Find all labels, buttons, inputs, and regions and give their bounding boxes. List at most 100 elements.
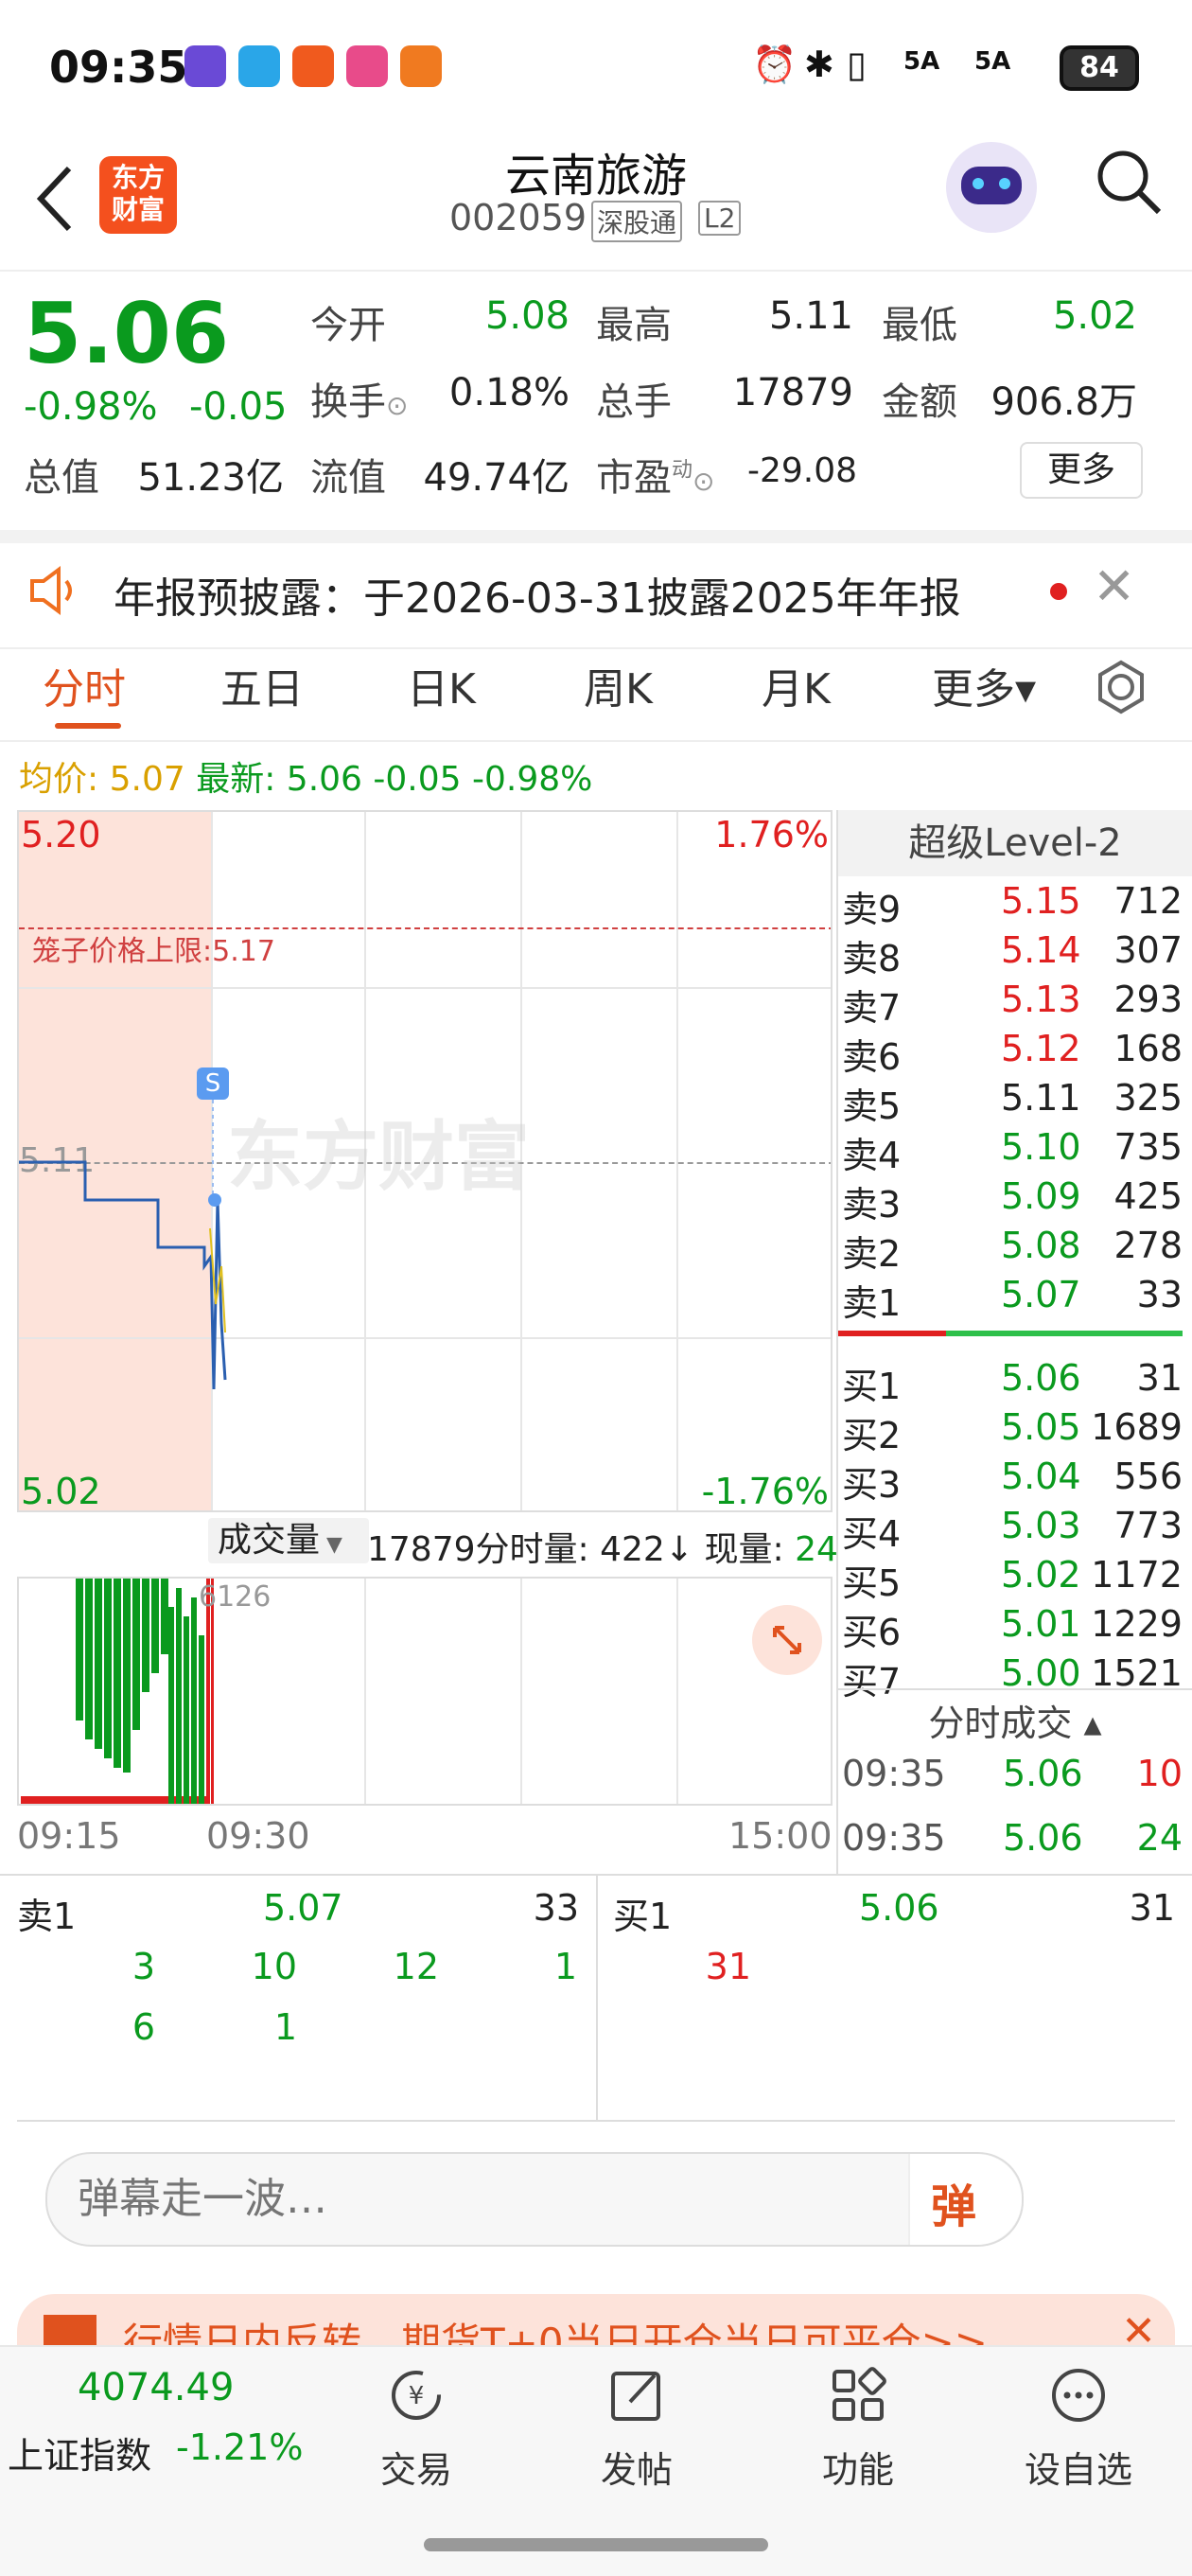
ask-price: 5.13 [1001,979,1081,1020]
current-price: 5.06 [24,285,230,382]
bid-qty: 1689 [1091,1406,1183,1448]
nav-post[interactable]: 发帖 [561,2366,712,2493]
expand-icon[interactable] [752,1605,822,1675]
close-icon[interactable]: ✕ [1121,2307,1156,2345]
price-chart[interactable]: 东方财富 5.20 1.76% 笼子价格上限:5.17 5.11 5.02 -1… [17,810,833,1512]
level2-title[interactable]: 超级Level-2 [838,810,1192,876]
bid-qty: 31 [1136,1357,1183,1399]
queue-order: 12 [393,1946,439,1987]
nav-trade[interactable]: ¥ 交易 [341,2366,492,2493]
bid-price: 5.02 [1001,1554,1081,1596]
ask-row[interactable]: 卖4 5.10 735 [842,1126,1183,1176]
trade-price: 5.06 [1003,1753,1083,1794]
banner-text: 行情日内反转，期货T+0当日开仓当日可平仓>> [123,2320,988,2345]
ask-row[interactable]: 卖8 5.14 307 [842,929,1183,979]
app-notification-icon [184,45,226,87]
info-icon[interactable]: ⊙ [386,390,408,421]
ask-price: 5.15 [1001,880,1081,922]
queue-sell-price: 5.07 [263,1887,343,1929]
bid-row[interactable]: 买5 5.02 1172 [842,1554,1183,1604]
change-amount: -0.05 [189,385,288,429]
grid-apps-icon [833,2367,886,2421]
ask-label: 卖6 [842,1036,902,1078]
ask-price: 5.07 [1001,1274,1081,1315]
notice-bar[interactable]: 年报预披露：于2026-03-31披露2025年年报 ✕ [0,530,1192,649]
tab-weekly-k[interactable]: 周K [584,655,653,715]
queue-order: 3 [131,1946,155,1987]
index-name[interactable]: 上证指数 [8,2426,151,2479]
search-icon[interactable] [1093,146,1165,218]
bid-row[interactable]: 买2 5.05 1689 [842,1406,1183,1456]
bid-price: 5.05 [1001,1406,1081,1448]
info-icon[interactable]: ⊙ [692,466,714,497]
volume-chart[interactable]: 6126 [17,1577,833,1806]
nav-functions[interactable]: 功能 [782,2366,934,2493]
trade-time: 09:35 [842,1753,946,1794]
tab-five-day[interactable]: 五日 [220,655,304,715]
more-button[interactable]: 更多 [1020,442,1143,499]
quote-panel: 5.06 -0.98% -0.05 今开 5.08 最高 5.11 最低 5.0… [0,272,1192,527]
trade-qty: 10 [1136,1753,1183,1794]
x-mid-label: 09:30 [206,1815,310,1857]
turnover-value: 0.18% [448,371,570,415]
mktcap-value: 51.23亿 [137,456,284,500]
queue-buy-price: 5.06 [859,1887,939,1929]
queue-buy-label: 买1 [613,1896,673,1937]
queue-order: 1 [553,1946,577,1987]
index-value[interactable]: 4074.49 [78,2366,234,2409]
promo-banner[interactable]: 行情日内反转，期货T+0当日开仓当日可平仓>> ✕ [17,2294,1175,2345]
divider [838,1688,1192,1690]
bid-row[interactable]: 买4 5.03 773 [842,1505,1183,1555]
ratio-bar-buy [946,1331,1183,1336]
close-icon[interactable]: ✕ [1093,556,1135,616]
trade-time: 09:35 [842,1817,946,1859]
nav-add-watchlist[interactable]: 设自选 [1003,2366,1154,2493]
tab-daily-k[interactable]: 日K [407,655,476,715]
index-change[interactable]: -1.21% [176,2426,303,2468]
battery-icon: 84 [1060,45,1139,91]
tab-more[interactable]: 更多▾ [932,655,1036,715]
danmu-button[interactable]: 弹 [908,2154,1022,2245]
alarm-icon: ⏰ [752,44,798,85]
ask-row[interactable]: 卖6 5.12 168 [842,1028,1183,1078]
volume-selector[interactable]: 成交量 ▼ [208,1518,369,1563]
notice-text: 年报预披露：于2026-03-31披露2025年年报 [114,574,961,623]
signal-icon: 5A [903,47,940,76]
ask-qty: 307 [1113,929,1183,971]
danmu-input[interactable] [76,2171,969,2226]
queue-buy-qty: 31 [1129,1887,1175,1929]
ask-row[interactable]: 卖9 5.15 712 [842,880,1183,930]
bid-row[interactable]: 买1 5.06 31 [842,1357,1183,1407]
trade-yen-icon: ¥ [392,2371,441,2420]
mktcap-label: 总值 [24,456,99,500]
ask-price: 5.08 [1001,1225,1081,1266]
bid-label: 买6 [842,1612,902,1653]
more-dots-icon [1052,2369,1105,2422]
volume-label: 总手 [596,380,672,424]
ask-qty: 278 [1113,1225,1183,1266]
settings-gear-icon[interactable] [1093,659,1149,715]
bid-row[interactable]: 买6 5.01 1229 [842,1603,1183,1653]
ask-row[interactable]: 卖5 5.11 325 [842,1077,1183,1127]
bid-price: 5.04 [1001,1456,1081,1497]
amount-value: 906.8万 [990,380,1137,424]
home-indicator [424,2538,768,2551]
robot-assistant-icon[interactable] [946,142,1037,233]
bid-row[interactable]: 买3 5.04 556 [842,1456,1183,1506]
ask-qty: 33 [1136,1274,1183,1315]
indicator-line: 均价: 5.07 最新: 5.06 -0.05 -0.98% [19,760,593,799]
ask-row[interactable]: 卖7 5.13 293 [842,979,1183,1029]
tab-intraday[interactable]: 分时 [43,655,126,715]
pe-value: -29.08 [747,451,858,490]
tab-monthly-k[interactable]: 月K [762,655,831,715]
queue-order: 1 [273,2006,297,2048]
ask-row[interactable]: 卖3 5.09 425 [842,1175,1183,1226]
ask-qty: 293 [1113,979,1183,1020]
ask-qty: 712 [1113,880,1183,922]
turnover-label: 换手⊙ [310,380,409,424]
trades-title[interactable]: 分时成交 ▴ [838,1694,1192,1746]
signal-icon: 5A [974,47,1011,76]
ask-row[interactable]: 卖2 5.08 278 [842,1225,1183,1275]
ask-row[interactable]: 卖1 5.07 33 [842,1274,1183,1324]
ask-label: 卖8 [842,938,902,979]
